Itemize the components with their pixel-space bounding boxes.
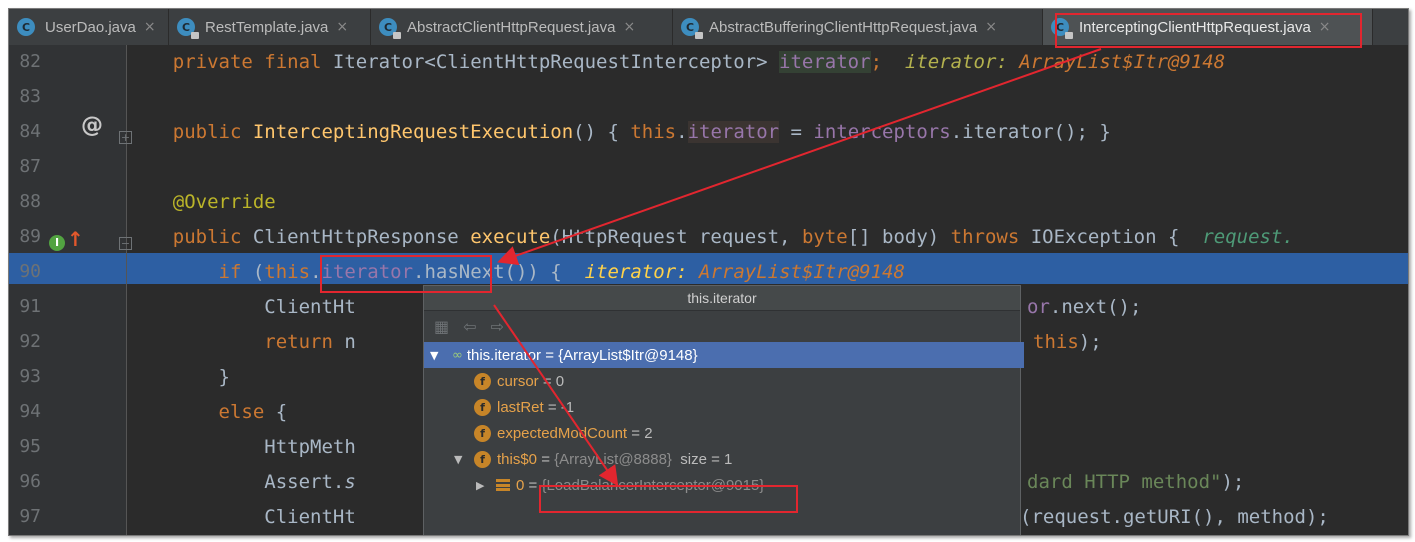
annotation-arrow-tab-to-field	[497, 48, 1102, 266]
annotation-arrows	[493, 48, 1102, 487]
annotation-arrow-field-to-value	[493, 304, 619, 487]
ide-window: C UserDao.java × C RestTemplate.java × C…	[8, 8, 1409, 536]
